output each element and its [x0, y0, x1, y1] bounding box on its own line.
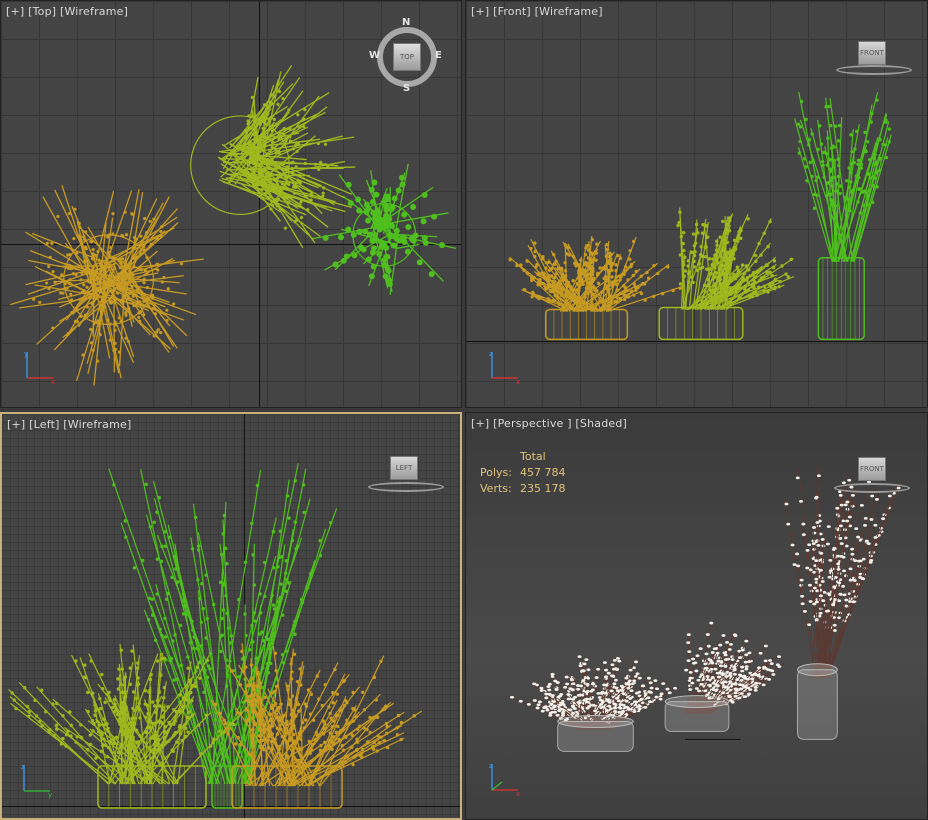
viewport-label-left: [+] [Left] [Wireframe] [7, 418, 131, 431]
yellowgreen-plant-mesh[interactable] [676, 207, 795, 311]
svg-text:y: y [24, 350, 28, 358]
viewcube-icon[interactable]: LEFT [368, 454, 448, 498]
viewport-view-label[interactable]: [Front] [493, 5, 531, 18]
viewport-label-front: [+] [Front] [Wireframe] [471, 5, 603, 18]
viewport-menu-button[interactable]: [+] [471, 417, 489, 430]
viewport-label-perspective: [+] [Perspective ] [Shaded] [471, 417, 627, 430]
green-plant-mesh[interactable] [794, 91, 892, 262]
viewport-menu-button[interactable]: [+] [471, 5, 489, 18]
svg-text:x: x [516, 790, 520, 798]
viewport-menu-button[interactable]: [+] [7, 418, 25, 431]
viewport-perspective[interactable]: [+] [Perspective ] [Shaded] Total Polys:… [465, 412, 928, 820]
viewport-top[interactable]: [+] [Top] [Wireframe] TOP N S E W y x [0, 0, 462, 408]
viewport-menu-button[interactable]: [+] [6, 5, 24, 18]
viewcube-icon[interactable]: FRONT [834, 455, 914, 499]
viewcube-front-face[interactable]: FRONT [858, 41, 886, 65]
viewcube-front-face[interactable]: FRONT [858, 457, 886, 481]
yellowgreen-plant-mesh[interactable] [190, 64, 356, 249]
viewcube-left-face[interactable]: LEFT [390, 456, 418, 480]
viewport-label-top: [+] [Top] [Wireframe] [6, 5, 128, 18]
viewport-shading-label[interactable]: [Wireframe] [535, 5, 603, 18]
viewport-view-label[interactable]: [Left] [29, 418, 59, 431]
compass-east[interactable]: E [435, 50, 442, 61]
svg-text:z: z [21, 763, 25, 771]
viewport-left[interactable]: [+] [Left] [Wireframe] LEFT z y [0, 412, 462, 820]
stats-verts-value: 235 178 [520, 482, 566, 495]
orange-plant-mesh[interactable] [508, 235, 685, 313]
viewcube-ring[interactable] [368, 482, 444, 492]
glass-vase-tall[interactable] [797, 663, 838, 740]
svg-text:x: x [51, 378, 55, 386]
stats-polys-value: 457 784 [520, 466, 566, 479]
viewport-shading-label[interactable]: [Wireframe] [60, 5, 128, 18]
svg-text:x: x [516, 378, 520, 386]
viewcube-ring[interactable] [834, 483, 910, 493]
stats-verts-label: Verts: [480, 482, 512, 495]
viewport-front[interactable]: [+] [Front] [Wireframe] FRONT z x [465, 0, 928, 408]
compass-south[interactable]: S [403, 83, 410, 94]
svg-text:z: z [489, 762, 493, 770]
viewcube-top-face[interactable]: TOP [393, 43, 421, 71]
axis-gizmo-icon: z y [21, 763, 52, 799]
viewcube-icon[interactable]: FRONT [836, 39, 916, 83]
glass-pot-tilted[interactable] [664, 695, 730, 732]
viewport-shading-label[interactable]: [Wireframe] [63, 418, 131, 431]
green-plant-mesh[interactable] [312, 163, 457, 295]
stats-polys-label: Polys: [480, 466, 512, 479]
viewport-shading-label[interactable]: [Shaded] [575, 417, 627, 430]
viewport-view-label[interactable]: [Top] [28, 5, 56, 18]
viewport-view-label[interactable]: [Perspective ] [493, 417, 572, 430]
viewcube-ring[interactable] [836, 65, 912, 75]
axis-gizmo-icon: z x [489, 350, 520, 386]
compass-north[interactable]: N [402, 17, 410, 28]
viewcube-compass[interactable]: TOP N S E W [369, 17, 442, 94]
axis-gizmo-icon: z x [489, 762, 520, 798]
svg-text:z: z [489, 350, 493, 358]
glass-pot-low[interactable] [557, 715, 634, 752]
statistics-overlay: Total Polys: 457 784 Verts: 235 178 [480, 449, 566, 497]
svg-text:y: y [48, 791, 52, 799]
compass-west[interactable]: W [369, 50, 380, 61]
axis-gizmo-icon: y x [24, 350, 55, 386]
stats-header: Total [520, 450, 546, 463]
